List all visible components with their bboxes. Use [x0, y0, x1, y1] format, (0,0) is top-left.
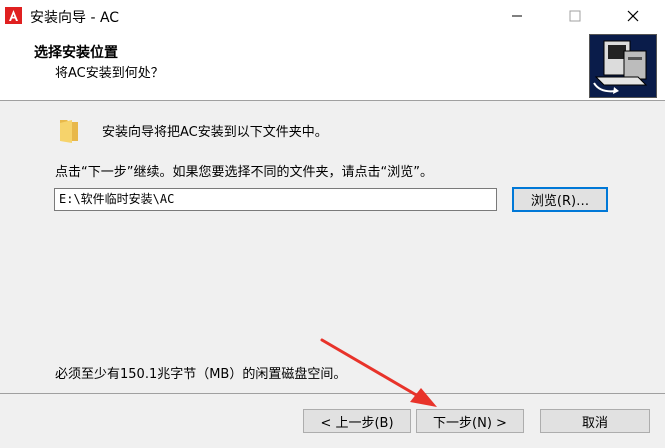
- wizard-header: 选择安装位置 将AC安装到何处？: [0, 32, 665, 101]
- install-path-input[interactable]: E:\软件临时安装\AC: [54, 188, 497, 211]
- minimize-icon: [512, 15, 522, 17]
- next-button[interactable]: 下一步(N) >: [416, 409, 524, 433]
- folder-icon: [60, 120, 78, 143]
- close-button[interactable]: [610, 0, 656, 32]
- page-subtitle: 将AC安装到何处？: [55, 66, 164, 81]
- app-logo-icon: [5, 7, 22, 24]
- title-bar: 安装向导 - AC: [0, 0, 665, 32]
- window-title: 安装向导 - AC: [30, 10, 120, 26]
- back-button[interactable]: < 上一步(B): [303, 409, 411, 433]
- install-info-text: 安装向导将把AC安装到以下文件夹中。: [102, 125, 328, 140]
- close-icon: [627, 10, 639, 22]
- maximize-icon: [569, 10, 581, 22]
- cancel-button[interactable]: 取消: [540, 409, 650, 433]
- browse-button[interactable]: 浏览(R)…: [512, 187, 608, 212]
- instruction-text: 点击“下一步”继续。如果您要选择不同的文件夹，请点击“浏览”。: [55, 165, 433, 180]
- installer-computer-icon: [589, 34, 657, 98]
- minimize-button[interactable]: [494, 0, 540, 32]
- maximize-button[interactable]: [552, 0, 598, 32]
- page-title: 选择安装位置: [34, 45, 118, 61]
- footer-divider: [0, 393, 665, 394]
- disk-space-note: 必须至少有150.1兆字节（MB）的闲置磁盘空间。: [55, 367, 347, 382]
